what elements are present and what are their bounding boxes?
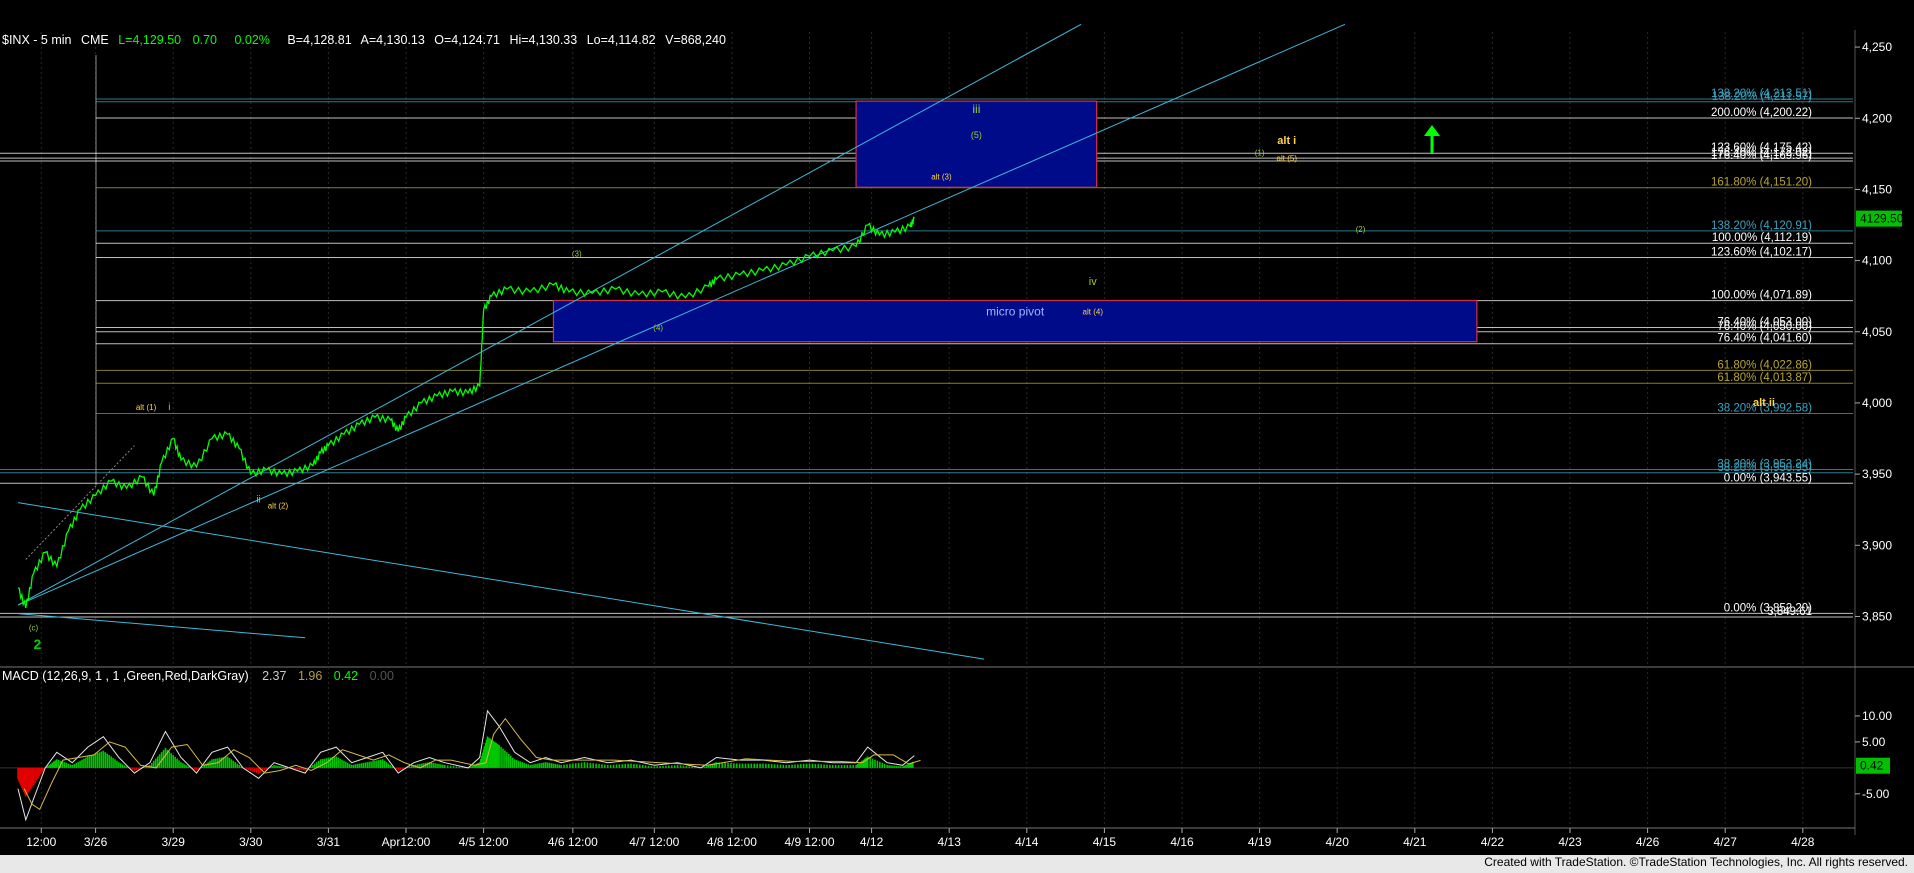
box-sublabel: (5) [971, 130, 982, 140]
time-tick-label: 4/12 [860, 835, 884, 849]
time-tick-label: 4/15 [1093, 835, 1117, 849]
time-tick-label: Apr12:00 [382, 835, 431, 849]
time-tick-label: 4/5 12:00 [459, 835, 509, 849]
top-margin [0, 0, 1914, 30]
chart-canvas: 138.20% (4,213.51)138.20% (4,211.57)200.… [0, 0, 1914, 873]
fib-label: 138.20% (4,211.57) [1712, 91, 1812, 103]
wave-label: 2 [34, 636, 42, 652]
wave-label: i [168, 402, 170, 413]
time-tick-label: 4/21 [1403, 835, 1427, 849]
header-change: 0.70 [193, 33, 217, 47]
header-open: O=4,124.71 [434, 33, 500, 47]
fib-label: 76.40% (4,041.60) [1717, 333, 1812, 345]
wave-label: (2) [1356, 225, 1366, 234]
fib-label: 138.20% (4,120.91) [1711, 220, 1812, 232]
price-tick-label: 3,850 [1862, 609, 1892, 623]
fib-label: 161.80% (4,151.20) [1711, 177, 1812, 189]
wave-label: alt (4) [1083, 308, 1104, 317]
fib-label: 3,849.61 [1767, 606, 1812, 618]
time-tick-label: 4/7 12:00 [629, 835, 679, 849]
header-volume: V=868,240 [665, 33, 726, 47]
macd-value: 2.37 [262, 669, 286, 683]
wave-label: ii [256, 495, 260, 506]
credit-text: Created with TradeStation. ©TradeStation… [1484, 855, 1908, 869]
wave-label: alt (1) [136, 403, 157, 412]
header-last: L=4,129.50 [118, 33, 181, 47]
box-label: micro pivot [986, 304, 1045, 318]
time-tick-label: 3/29 [162, 835, 186, 849]
time-tick-label: 4/27 [1714, 835, 1738, 849]
time-tick-label: 12:00 [26, 835, 56, 849]
header-exchange: CME [81, 33, 109, 47]
time-tick-label: 4/8 12:00 [707, 835, 757, 849]
macd-tick-label: -5.00 [1862, 787, 1890, 801]
wave-label: (4) [653, 323, 663, 332]
header-ask: A=4,130.13 [360, 33, 424, 47]
macd-avg: 1.96 [298, 669, 322, 683]
price-tick-label: 3,950 [1862, 467, 1892, 481]
fib-label: 61.80% (4,013.87) [1717, 372, 1812, 384]
fib-label: 200.00% (4,200.22) [1711, 107, 1812, 119]
time-tick-label: 4/9 12:00 [784, 835, 834, 849]
header-high: Hi=4,130.33 [509, 33, 577, 47]
time-tick-label: 4/23 [1558, 835, 1582, 849]
header-low: Lo=4,114.82 [587, 33, 656, 47]
header-symbol: $INX - 5 min [2, 33, 72, 47]
fib-label: 100.00% (4,112.19) [1712, 232, 1812, 244]
time-tick-label: 4/16 [1170, 835, 1194, 849]
macd-zero: 0.00 [370, 669, 394, 683]
wave-label: alt ii [1753, 397, 1775, 409]
time-tick-label: 3/26 [84, 835, 108, 849]
price-tick-label: 3,900 [1862, 538, 1892, 552]
macd-tick-label: 10.00 [1862, 709, 1892, 723]
price-tick-label: 4,150 [1862, 182, 1892, 196]
wave-label: iv [1089, 276, 1097, 288]
box-label: iii [972, 102, 980, 116]
wave-label: alt (2) [268, 501, 289, 510]
wave-label: alt i [1277, 135, 1296, 147]
time-tick-label: 4/13 [938, 835, 962, 849]
fib-label: 123.60% (4,102.17) [1711, 247, 1812, 259]
wave-label: alt (5) [1277, 154, 1298, 163]
wave-label: alt (3) [931, 172, 952, 181]
price-tick-label: 4,250 [1862, 40, 1892, 54]
time-tick-label: 4/6 12:00 [548, 835, 598, 849]
wave-label: (1) [1255, 148, 1265, 157]
fib-label: 61.80% (4,022.86) [1717, 359, 1812, 371]
fib-label: 76.40% (4,050.00) [1717, 321, 1812, 333]
price-tick-label: 4,050 [1862, 325, 1892, 339]
header-pct: 0.02% [234, 33, 269, 47]
wave-label: (c) [29, 624, 39, 633]
chart-header: $INX - 5 min CME L=4,129.50 0.70 0.02% B… [2, 33, 726, 47]
macd-current-label: 0.42 [1860, 759, 1884, 773]
header-bid: B=4,128.81 [287, 33, 351, 47]
time-tick-label: 4/26 [1636, 835, 1660, 849]
fib-label: 0.00% (3,943.55) [1724, 472, 1812, 484]
price-tick-label: 4,100 [1862, 254, 1892, 268]
price-tick-label: 4,000 [1862, 396, 1892, 410]
time-tick-label: 3/31 [317, 835, 341, 849]
time-tick-label: 4/22 [1481, 835, 1505, 849]
time-tick-label: 4/19 [1248, 835, 1272, 849]
macd-header: MACD (12,26,9, 1 , 1 ,Green,Red,DarkGray… [2, 669, 394, 683]
fib-label: 100.00% (4,071.89) [1711, 290, 1812, 302]
macd-name: MACD (12,26,9, 1 , 1 ,Green,Red,DarkGray… [2, 669, 249, 683]
last-price-label: 4129.50 [1860, 212, 1904, 226]
macd-diff: 0.42 [334, 669, 358, 683]
price-tick-label: 4,200 [1862, 111, 1892, 125]
time-tick-label: 4/14 [1015, 835, 1039, 849]
time-tick-label: 4/28 [1791, 835, 1815, 849]
time-tick-label: 4/20 [1326, 835, 1350, 849]
macd-tick-label: 5.00 [1862, 735, 1886, 749]
time-tick-label: 3/30 [239, 835, 263, 849]
wave-label: (3) [572, 249, 582, 258]
fib-label: 176.40% (4,169.96) [1711, 150, 1812, 162]
